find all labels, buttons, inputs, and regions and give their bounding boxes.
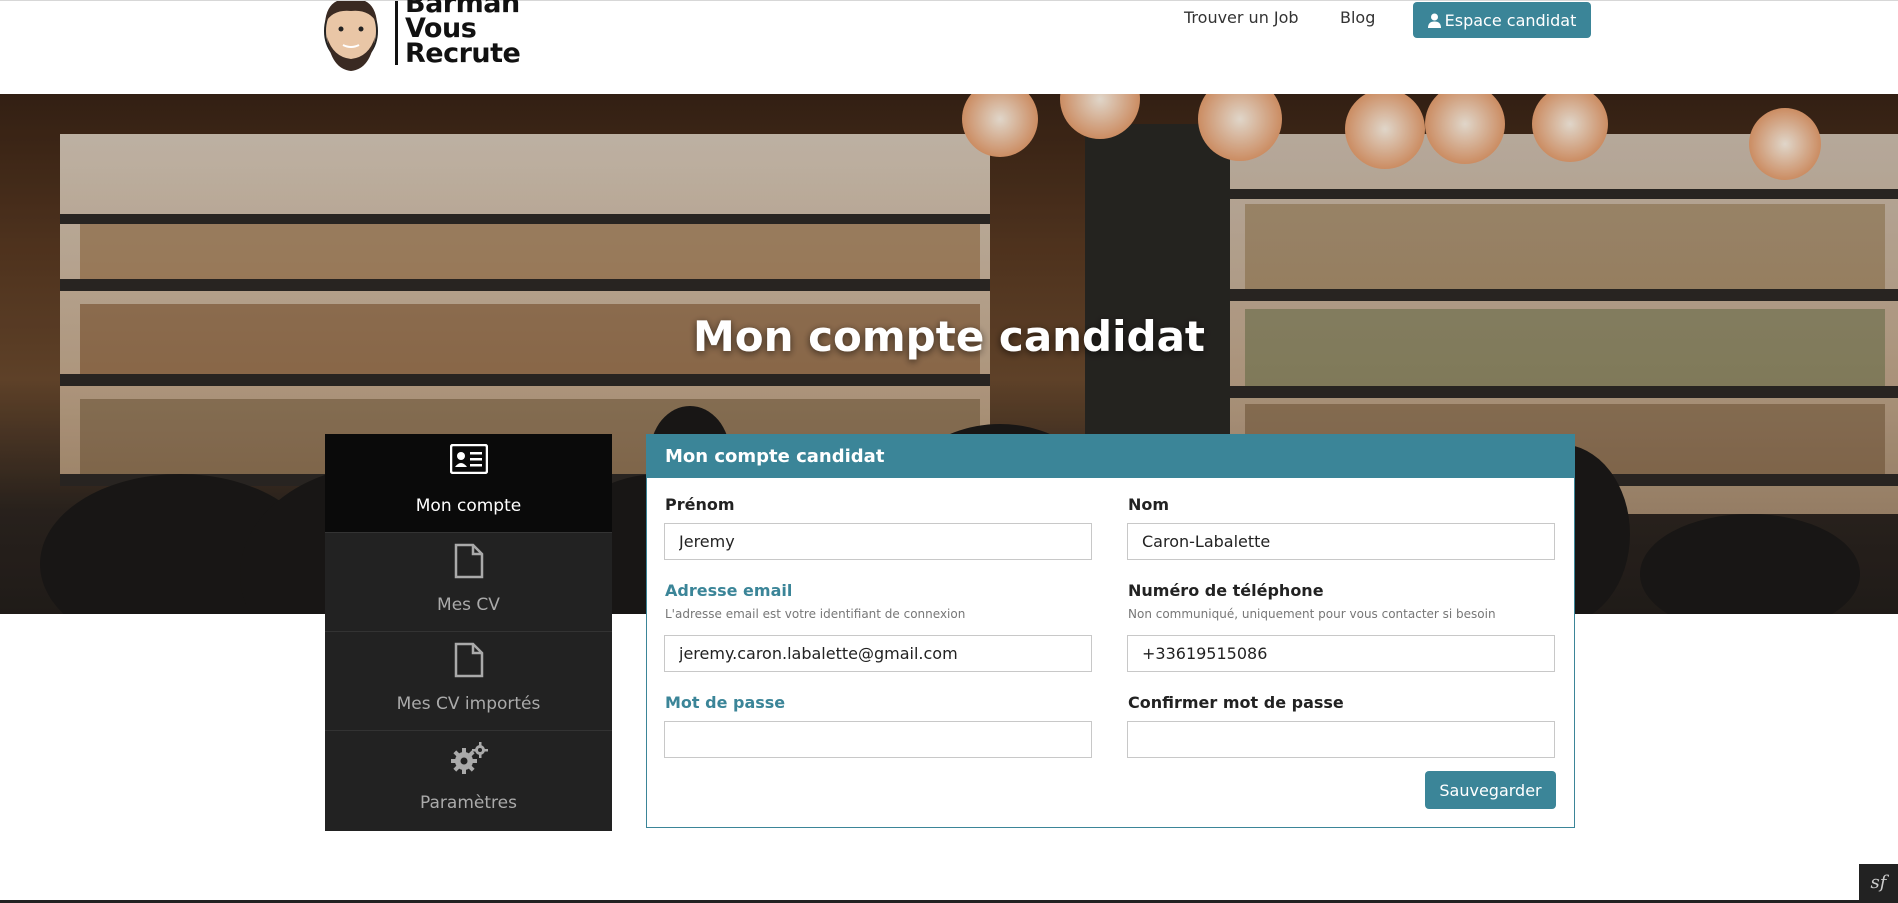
id-card-icon [325, 443, 612, 478]
sidebar-item-mes-cv-importes[interactable]: Mes CV importés [325, 632, 612, 731]
nav-trouver-un-job[interactable]: Trouver un Job [1184, 8, 1299, 27]
sidebar-item-label: Mon compte [415, 496, 522, 516]
panel-title: Mon compte candidat [665, 446, 885, 467]
sidebar-item-label: Mes CV importés [396, 694, 541, 714]
telephone-help-text: Non communiqué, uniquement pour vous con… [1128, 607, 1496, 621]
espace-candidat-button[interactable]: Espace candidat [1413, 2, 1591, 38]
sidebar-item-mon-compte[interactable]: Mon compte [325, 434, 612, 533]
account-form-panel: Mon compte candidat Prénom Nom Adresse e… [646, 434, 1575, 828]
prenom-label: Prénom [665, 495, 735, 514]
confirm-password-input[interactable] [1127, 721, 1555, 758]
gears-icon [325, 741, 612, 779]
site-logo[interactable]: Barman Vous Recrute [313, 0, 521, 73]
telephone-label: Numéro de téléphone [1128, 581, 1324, 600]
logo-text: Barman Vous Recrute [405, 0, 521, 69]
site-header: Barman Vous Recrute Trouver un Job Blog … [0, 0, 1898, 94]
nom-label: Nom [1128, 495, 1170, 514]
email-input[interactable] [664, 635, 1092, 672]
password-label: Mot de passe [665, 693, 786, 712]
logo-divider [395, 1, 398, 65]
telephone-input[interactable] [1127, 635, 1555, 672]
email-label: Adresse email [665, 581, 793, 600]
prenom-input[interactable] [664, 523, 1092, 560]
hero-title: Mon compte candidat [692, 312, 1206, 361]
nom-input[interactable] [1127, 523, 1555, 560]
password-input[interactable] [664, 721, 1092, 758]
symfony-debug-toolbar-icon[interactable]: sf [1859, 864, 1898, 900]
espace-candidat-label: Espace candidat [1444, 10, 1577, 30]
file-icon [325, 543, 612, 583]
confirm-password-label: Confirmer mot de passe [1128, 693, 1344, 712]
user-icon [1427, 13, 1441, 28]
panel-header: Mon compte candidat [647, 435, 1574, 478]
file-icon [325, 642, 612, 682]
barman-face-icon [324, 1, 378, 71]
account-sidebar: Mon compte Mes CV Mes CV importés Paramè… [325, 434, 612, 831]
sidebar-item-label: Mes CV [437, 595, 500, 615]
save-button[interactable]: Sauvegarder [1425, 771, 1556, 809]
logo-text-line3: Recrute [405, 38, 521, 69]
nav-blog[interactable]: Blog [1340, 8, 1375, 27]
email-help-text: L'adresse email est votre identifiant de… [665, 607, 966, 621]
sidebar-item-label: Paramètres [420, 793, 517, 813]
sidebar-item-mes-cv[interactable]: Mes CV [325, 533, 612, 632]
sidebar-item-parametres[interactable]: Paramètres [325, 731, 612, 829]
